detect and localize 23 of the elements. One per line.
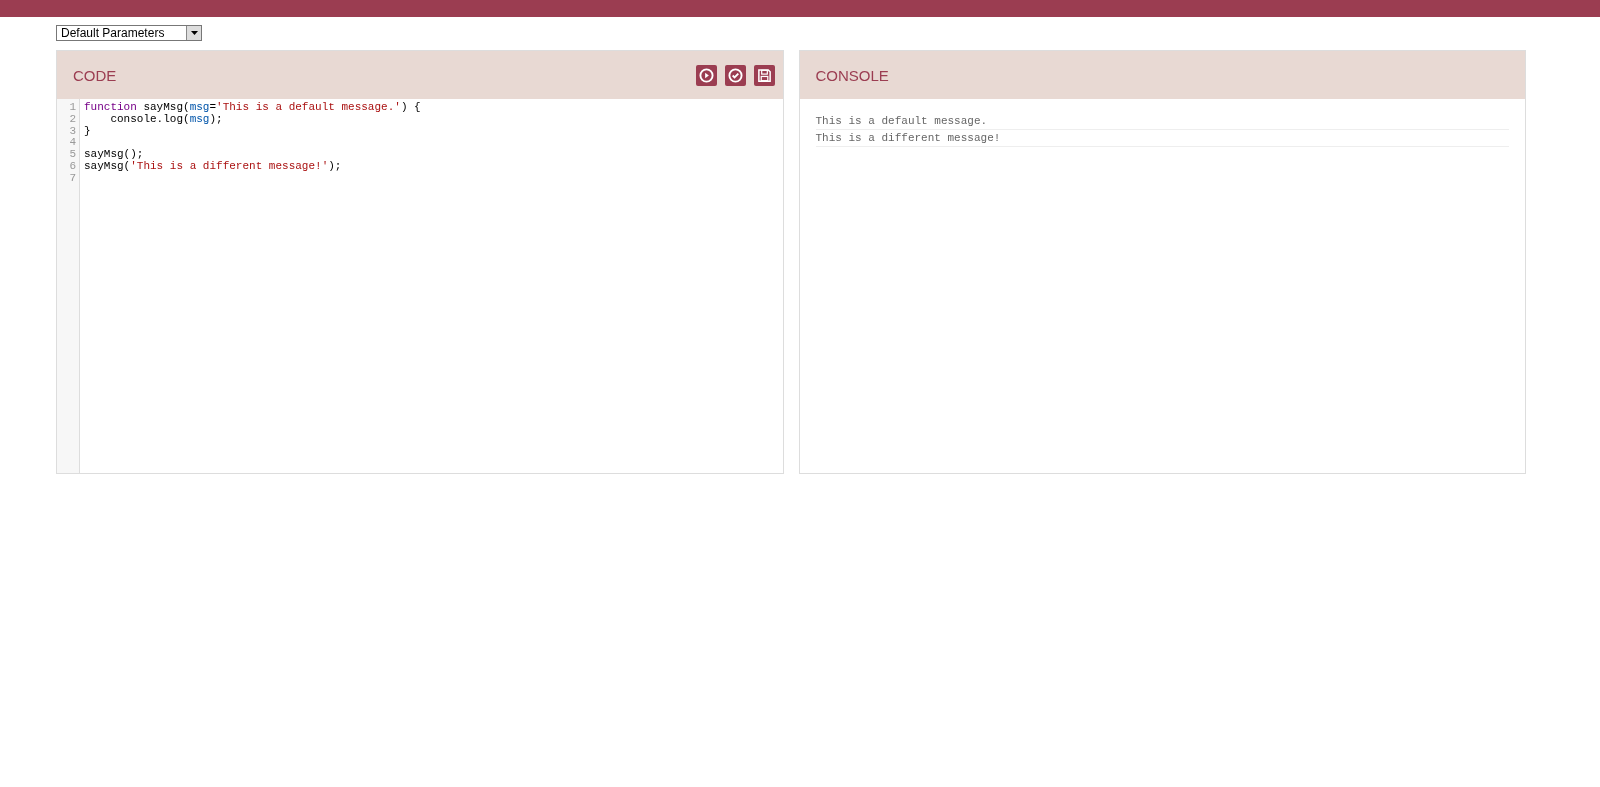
line-number: 6 xyxy=(68,161,77,173)
line-number: 1 xyxy=(68,102,77,114)
check-button[interactable] xyxy=(724,64,746,86)
line-number: 7 xyxy=(68,172,77,185)
line-number: 2 xyxy=(68,113,77,126)
checkmark-icon xyxy=(727,67,743,83)
code-line: function sayMsg(msg='This is a default message.') { xyxy=(84,102,421,114)
panel-title: CODE xyxy=(73,66,117,84)
play-icon xyxy=(698,67,714,83)
code-line: } xyxy=(84,125,92,138)
preset-select[interactable]: Default Parameters xyxy=(56,25,202,41)
save-button[interactable] xyxy=(753,64,775,86)
code-line: console.log(msg); xyxy=(109,113,224,126)
console-output-line: This is a different message! xyxy=(815,130,1509,147)
line-number: 3 xyxy=(68,125,77,138)
line-number: 4 xyxy=(68,137,77,150)
panel-title: CONSOLE xyxy=(815,66,889,84)
console-output-line: This is a default message. xyxy=(815,113,1509,130)
code-line: sayMsg(); xyxy=(84,149,145,161)
dropdown-caret-icon xyxy=(190,31,198,35)
code-line: sayMsg('This is a different message!'); xyxy=(84,161,343,173)
line-number: 5 xyxy=(68,149,77,161)
run-button[interactable] xyxy=(695,64,717,86)
